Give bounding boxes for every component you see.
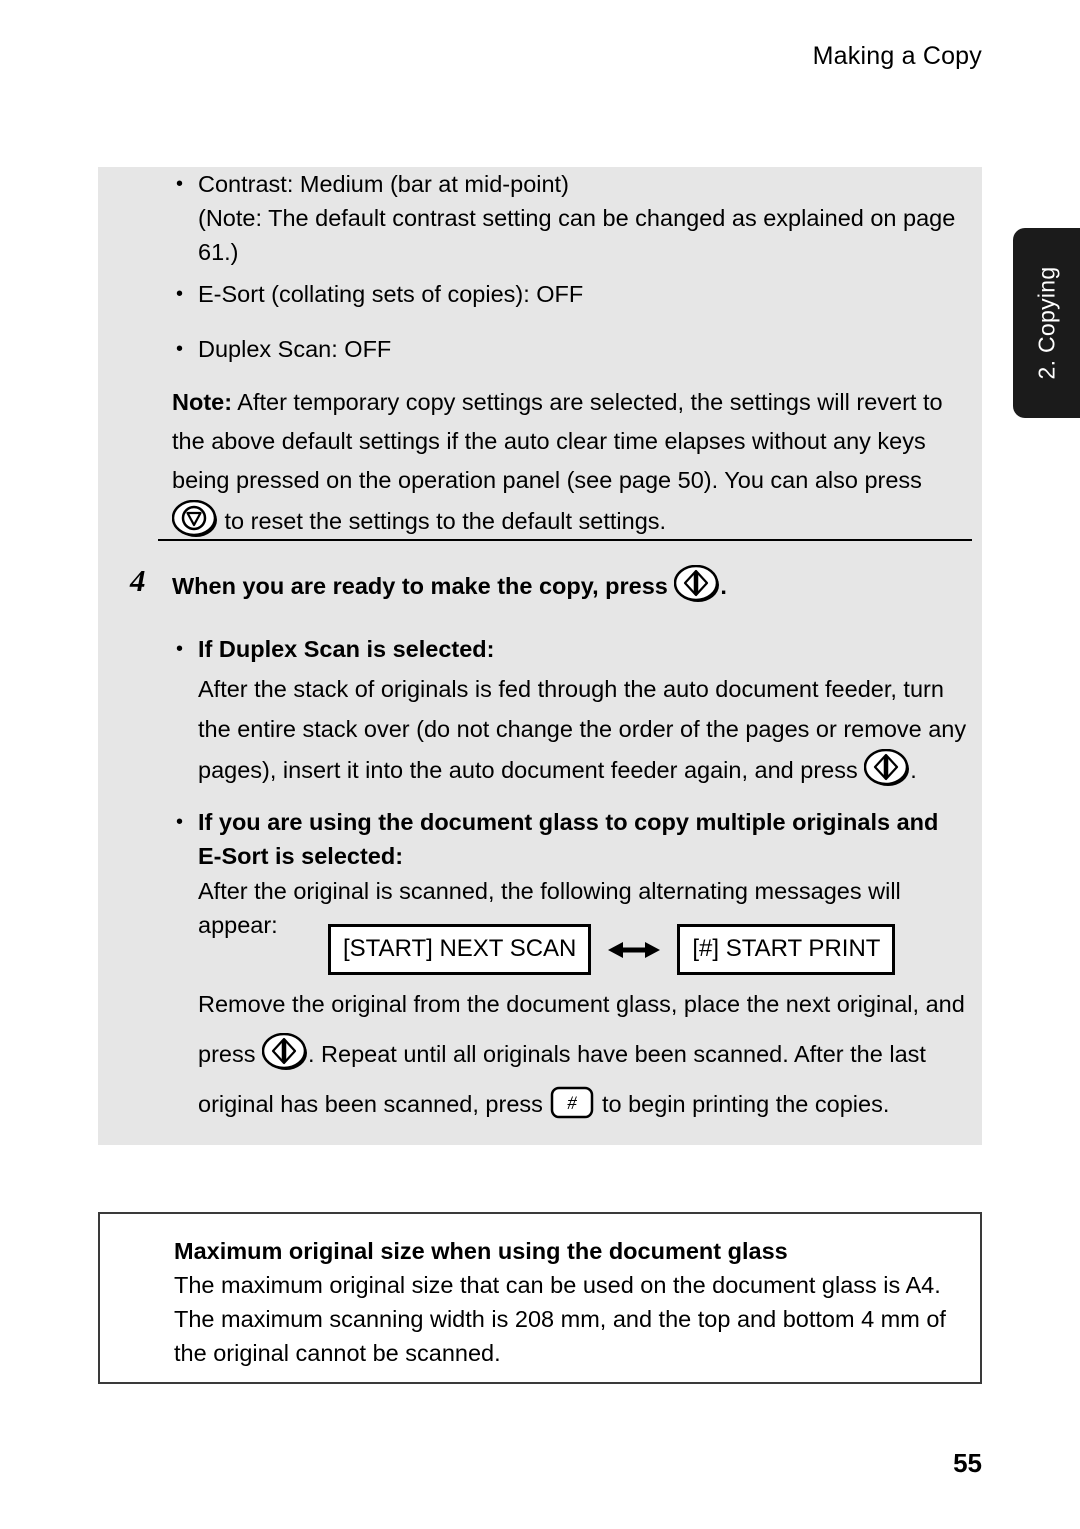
note-paragraph: Note: After temporary copy settings are …: [172, 383, 972, 541]
closing-paragraph: Remove the original from the document gl…: [198, 979, 973, 1129]
bullet-icon: •: [176, 338, 184, 360]
bullet-icon: •: [176, 638, 184, 660]
chapter-thumb-tab: 2. Copying: [1013, 228, 1080, 418]
display-message-left: [START] NEXT SCAN: [328, 924, 592, 975]
max-original-size-line: The maximum scanning width is 208 mm, an…: [174, 1306, 946, 1332]
duplex-scan-body: After the stack of originals is fed thro…: [198, 669, 973, 790]
list-item-label: Duplex Scan: OFF: [198, 336, 392, 362]
step-number: 4: [130, 563, 146, 598]
max-original-size-line: the original cannot be scanned.: [174, 1340, 501, 1366]
start-key-icon: [262, 1033, 308, 1071]
running-header: Making a Copy: [812, 42, 982, 70]
section-divider: [158, 539, 972, 541]
page-number: 55: [953, 1448, 982, 1478]
bullet-icon: •: [176, 283, 184, 305]
start-key-icon: [864, 749, 910, 787]
step-heading-text: When you are ready to make the copy, pre…: [172, 573, 675, 599]
list-item-line: Contrast: Medium (bar at mid-point): [198, 171, 569, 197]
step-heading-suffix: .: [720, 573, 727, 599]
display-message-right: [#] START PRINT: [677, 924, 896, 975]
max-original-size-box: Maximum original size when using the doc…: [98, 1212, 982, 1384]
closing-part3: to begin printing the copies.: [595, 1091, 890, 1117]
list-item-line: (Note: The default contrast setting can …: [198, 205, 956, 231]
note-body-part2: to reset the settings to the default set…: [218, 508, 667, 534]
stop-key-icon: [172, 500, 218, 538]
max-original-size-line: The maximum original size that can be us…: [174, 1272, 941, 1298]
max-original-size-body: The maximum original size that can be us…: [174, 1268, 964, 1370]
svg-text:#: #: [568, 1093, 578, 1114]
chapter-thumb-tab-label: 2. Copying: [1033, 266, 1060, 380]
bullet-icon: •: [176, 173, 184, 195]
instruction-panel: • Contrast: Medium (bar at mid-point) (N…: [98, 167, 982, 1145]
max-original-size-title: Maximum original size when using the doc…: [174, 1238, 788, 1264]
start-key-icon: [674, 565, 720, 603]
sub-bullet-heading: If Duplex Scan is selected:: [198, 636, 495, 662]
note-body-part1: After temporary copy settings are select…: [172, 389, 943, 493]
note-label: Note:: [172, 389, 233, 415]
list-item: • Contrast: Medium (bar at mid-point) (N…: [176, 167, 966, 269]
list-item-line: 61.): [198, 239, 239, 265]
list-item: • If Duplex Scan is selected:: [176, 632, 966, 666]
list-item: • If you are using the document glass to…: [176, 805, 966, 873]
list-item: • Duplex Scan: OFF: [176, 332, 966, 366]
list-item-label: Contrast: Medium (bar at mid-point) (Not…: [198, 167, 955, 269]
step-heading: When you are ready to make the copy, pre…: [172, 565, 972, 603]
display-message-row: [START] NEXT SCAN [#] START PRINT: [328, 924, 896, 975]
duplex-scan-body-text: After the stack of originals is fed thro…: [198, 676, 967, 783]
list-item: • E-Sort (collating sets of copies): OFF: [176, 277, 966, 311]
list-item-label: E-Sort (collating sets of copies): OFF: [198, 281, 584, 307]
double-arrow-icon: [608, 940, 661, 960]
hash-key-icon: #: [549, 1086, 595, 1120]
bullet-icon: •: [176, 811, 184, 833]
sub-bullet-heading: If you are using the document glass to c…: [198, 809, 939, 869]
duplex-scan-body-suffix: .: [910, 757, 917, 783]
